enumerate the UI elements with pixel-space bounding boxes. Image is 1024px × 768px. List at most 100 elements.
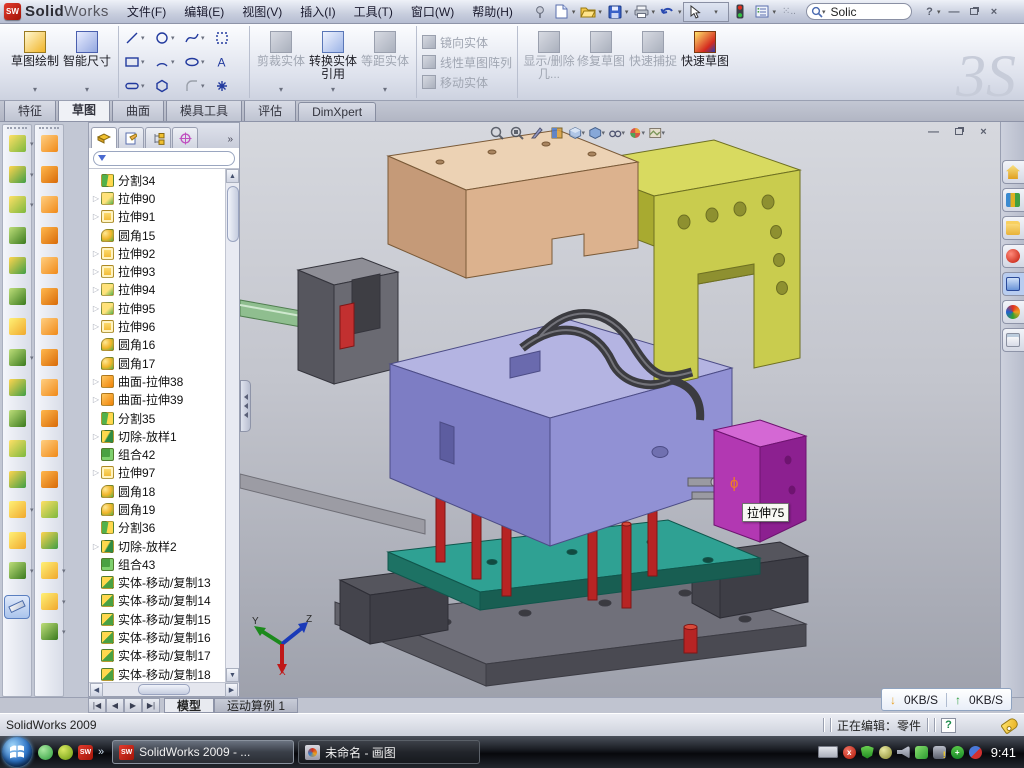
- scroll-right-button[interactable]: ▶: [225, 683, 238, 697]
- chamfer-icon[interactable]: [9, 227, 26, 244]
- split-icon[interactable]: [9, 440, 26, 457]
- fillet-icon[interactable]: ▾: [9, 196, 26, 213]
- fillet-surface-icon[interactable]: [41, 532, 58, 549]
- select-cursor-icon[interactable]: [685, 3, 705, 21]
- tree-item[interactable]: 组合43: [91, 555, 225, 573]
- mdi-close-button[interactable]: ×: [975, 124, 992, 139]
- toolbar-drag-handle[interactable]: [39, 127, 59, 131]
- tree-item[interactable]: ▷曲面-拉伸39: [91, 391, 225, 409]
- menu-插入(I)[interactable]: 插入(I): [292, 1, 343, 22]
- taskbar-button-solidworks[interactable]: SWSolidWorks 2009 - ...: [112, 740, 294, 764]
- draft-icon[interactable]: [9, 288, 26, 305]
- tree-item[interactable]: ▷拉伸91: [91, 208, 225, 226]
- linear-pattern-icon[interactable]: ▾: [9, 349, 26, 366]
- tree-item[interactable]: 实体-移动/复制18: [91, 665, 225, 682]
- tab-dimxpertmanager[interactable]: [172, 127, 198, 148]
- rebuild-icon[interactable]: [730, 3, 750, 21]
- toolbar-drag-handle[interactable]: [7, 127, 27, 131]
- tree-item[interactable]: ▷拉伸93: [91, 262, 225, 280]
- tree-item[interactable]: ▷拉伸95: [91, 299, 225, 317]
- next-tab-button[interactable]: ▶: [124, 698, 142, 713]
- tag-icon[interactable]: [1000, 716, 1019, 734]
- expand-arrow[interactable]: ▷: [91, 249, 101, 258]
- undo-icon[interactable]: [658, 3, 678, 21]
- print-icon[interactable]: [631, 3, 651, 21]
- scene-icon[interactable]: ▾: [648, 124, 665, 141]
- taskpane-tab-solidworks-resources[interactable]: [1002, 160, 1024, 184]
- tree-item[interactable]: ▷切除-放样1: [91, 427, 225, 445]
- taskbar-button-paint[interactable]: 未命名 - 画图: [298, 740, 480, 764]
- tool-select-box[interactable]: [214, 26, 244, 50]
- tree-item[interactable]: 圆角19: [91, 500, 225, 518]
- keyboard-icon[interactable]: [818, 746, 838, 758]
- tree-item[interactable]: 圆角18: [91, 482, 225, 500]
- tool-line[interactable]: ▾: [124, 26, 154, 50]
- model-clamp-plate[interactable]: [388, 130, 638, 278]
- extruded-surface-icon[interactable]: [41, 135, 58, 152]
- menu-帮助(H)[interactable]: 帮助(H): [464, 1, 521, 22]
- taskpane-tab-view-palette[interactable]: [1002, 272, 1024, 296]
- panel-splitter[interactable]: [240, 380, 251, 432]
- dropdown-arrow[interactable]: ▾: [641, 129, 645, 137]
- zoom-area-icon[interactable]: [508, 124, 525, 141]
- taskpane-tab-custom-properties[interactable]: [1002, 328, 1024, 352]
- select-dropdown[interactable]: ▾: [707, 3, 727, 21]
- dropdown-arrow[interactable]: ▾: [30, 171, 34, 179]
- status-help-icon[interactable]: ?: [941, 718, 956, 733]
- graphics-viewport[interactable]: ϕ ▾▾▾▾▾ — × 拉伸75 Y Z X: [240, 122, 1000, 697]
- tree-item[interactable]: ▷拉伸97: [91, 464, 225, 482]
- antivirus-tray-icon[interactable]: x: [843, 746, 856, 759]
- start-button[interactable]: [2, 737, 32, 767]
- tree-item[interactable]: 实体-移动/复制15: [91, 610, 225, 628]
- menu-视图(V)[interactable]: 视图(V): [234, 1, 290, 22]
- dropdown-arrow[interactable]: ▾: [33, 83, 37, 96]
- tool-spline[interactable]: ▾: [184, 26, 214, 50]
- restore-button[interactable]: [966, 4, 983, 19]
- tab-模具工具[interactable]: 模具工具: [166, 99, 242, 121]
- prev-tab-button[interactable]: ◀: [106, 698, 124, 713]
- plane-icon[interactable]: [9, 532, 26, 549]
- tree-item[interactable]: 实体-移动/复制13: [91, 574, 225, 592]
- tool-polygon[interactable]: [154, 74, 184, 98]
- tool-slot[interactable]: ▾: [124, 74, 154, 98]
- boundary-surface-icon[interactable]: [41, 257, 58, 274]
- hscroll-thumb[interactable]: [138, 684, 190, 695]
- untrim-surface-icon[interactable]: [41, 471, 58, 488]
- tab-评估[interactable]: 评估: [244, 99, 296, 121]
- expand-arrow[interactable]: ▷: [91, 304, 101, 313]
- dropdown-arrow[interactable]: ▾: [62, 567, 66, 575]
- view-orientation-icon[interactable]: ▾: [568, 124, 585, 141]
- dropdown-arrow[interactable]: ▾: [30, 201, 34, 209]
- save-icon[interactable]: [605, 3, 625, 21]
- zoom-fit-icon[interactable]: [488, 124, 505, 141]
- delete-body-icon[interactable]: ▾: [9, 501, 26, 518]
- solidworks-icon[interactable]: SW: [78, 745, 93, 760]
- overflow-icon[interactable]: ⁙..: [779, 3, 799, 21]
- shell-icon[interactable]: [9, 257, 26, 274]
- tool-circle[interactable]: ▾: [154, 26, 184, 50]
- extend-surface-icon[interactable]: [41, 440, 58, 457]
- tree-item[interactable]: ▷曲面-拉伸38: [91, 372, 225, 390]
- dropdown-arrow[interactable]: ▾: [581, 129, 585, 137]
- expand-arrow[interactable]: ▷: [91, 395, 101, 404]
- tab-configurationmanager[interactable]: [145, 127, 171, 148]
- expand-arrow[interactable]: ▷: [91, 432, 101, 441]
- dropdown-arrow[interactable]: ▾: [201, 34, 205, 42]
- panel-expand-chevron[interactable]: »: [227, 134, 237, 148]
- dropdown-arrow[interactable]: ▾: [30, 354, 34, 362]
- tree-item[interactable]: 实体-移动/复制17: [91, 647, 225, 665]
- tree-item[interactable]: 圆角17: [91, 354, 225, 372]
- offset-surface-icon[interactable]: [41, 349, 58, 366]
- button-sketch[interactable]: 草图绘制▾: [9, 28, 61, 96]
- dropdown-arrow[interactable]: ▾: [141, 58, 145, 66]
- tab-特征[interactable]: 特征: [4, 99, 56, 121]
- tab-featuremanager[interactable]: [91, 127, 117, 148]
- tab-motion-study[interactable]: 运动算例 1: [214, 698, 298, 713]
- revolved-surface-icon[interactable]: [41, 166, 58, 183]
- expand-arrow[interactable]: ▷: [91, 322, 101, 331]
- tree-horizontal-scrollbar[interactable]: ◀ ▶: [89, 682, 239, 696]
- tab-propertymanager[interactable]: [118, 127, 144, 148]
- new-document-icon[interactable]: [552, 3, 572, 21]
- button-rapid-sketch[interactable]: 快速草图: [679, 28, 731, 96]
- last-tab-button[interactable]: ▶|: [142, 698, 160, 713]
